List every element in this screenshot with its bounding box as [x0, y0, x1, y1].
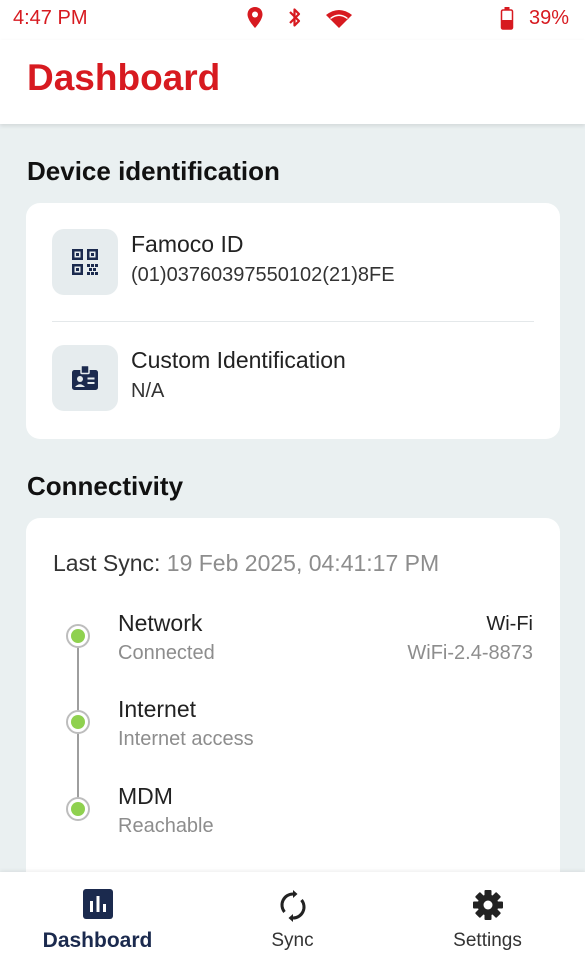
network-label: Network — [118, 610, 203, 636]
network-ssid: WiFi-2.4-8873 — [407, 642, 533, 664]
qr-code-icon — [52, 229, 118, 295]
nav-sync-label: Sync — [271, 930, 314, 951]
divider — [52, 321, 534, 322]
custom-identification-value: N/A — [131, 380, 165, 402]
device-identification-heading: Device identification — [27, 156, 280, 186]
last-sync-label: Last Sync: — [53, 550, 161, 576]
nav-dashboard[interactable]: Dashboard — [0, 872, 195, 963]
id-badge-icon — [52, 345, 118, 411]
last-sync: Last Sync: 19 Feb 2025, 04:41:17 PM — [53, 550, 439, 577]
network-status-dot — [66, 624, 90, 648]
device-identification-card: Famoco ID (01)03760397550102(21)8FE Cust… — [26, 203, 560, 439]
network-status: Connected — [118, 642, 215, 664]
custom-identification-row[interactable]: Custom Identification N/A — [52, 345, 542, 415]
famoco-id-row[interactable]: Famoco ID (01)03760397550102(21)8FE — [52, 229, 542, 299]
internet-status-dot — [66, 710, 90, 734]
mdm-status: Reachable — [118, 815, 214, 837]
bottom-navigation: Dashboard Sync Settings — [0, 872, 585, 963]
network-detail: Wi-Fi WiFi-2.4-8873 — [407, 613, 533, 665]
mdm-label: MDM — [118, 783, 173, 809]
custom-identification-label: Custom Identification — [131, 347, 346, 373]
sync-icon — [278, 889, 308, 928]
famoco-id-label: Famoco ID — [131, 231, 244, 257]
internet-label: Internet — [118, 696, 196, 722]
internet-status: Internet access — [118, 728, 254, 750]
connectivity-heading: Connectivity — [27, 471, 184, 501]
page-title: Dashboard — [27, 57, 221, 98]
settings-gear-icon — [472, 889, 504, 926]
nav-settings-label: Settings — [453, 930, 522, 951]
location-icon — [246, 6, 264, 35]
status-time: 4:47 PM — [13, 7, 88, 29]
mdm-status-dot — [66, 797, 90, 821]
battery-percentage: 39% — [529, 7, 570, 29]
dashboard-icon — [82, 889, 113, 924]
famoco-id-value: (01)03760397550102(21)8FE — [131, 264, 395, 286]
nav-settings[interactable]: Settings — [390, 872, 585, 963]
battery-icon — [500, 6, 514, 35]
wifi-icon — [325, 9, 353, 34]
connectivity-card: Last Sync: 19 Feb 2025, 04:41:17 PM Netw… — [26, 518, 560, 898]
network-type: Wi-Fi — [486, 613, 533, 635]
bluetooth-icon — [287, 6, 303, 35]
last-sync-value: 19 Feb 2025, 04:41:17 PM — [166, 550, 440, 576]
nav-dashboard-label: Dashboard — [42, 929, 153, 952]
status-bar: 4:47 PM 39% — [0, 0, 585, 40]
app-bar: Dashboard — [0, 40, 585, 124]
nav-sync[interactable]: Sync — [195, 872, 390, 963]
